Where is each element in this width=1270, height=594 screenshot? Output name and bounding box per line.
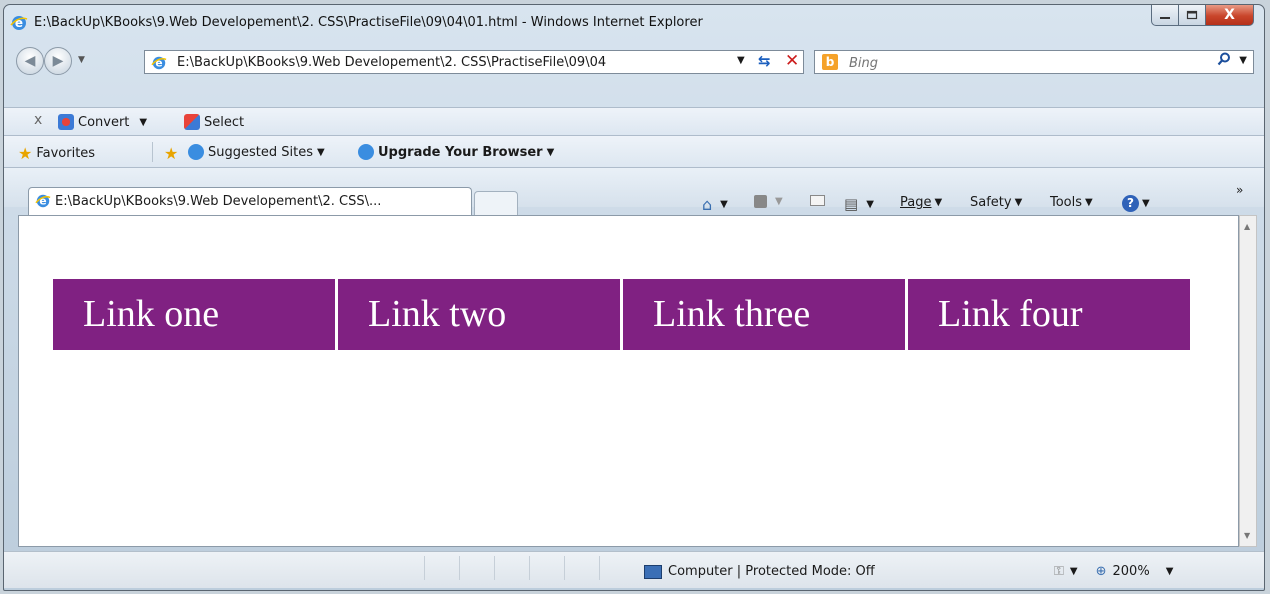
zoom-icon: ⊕ xyxy=(1095,564,1107,579)
chevron-down-icon: ▼ xyxy=(1142,198,1150,209)
divider xyxy=(152,142,153,162)
recent-pages-dropdown[interactable]: ▼ xyxy=(78,55,85,65)
menu-link-one[interactable]: Link one xyxy=(53,279,335,350)
chevron-down-icon: ▼ xyxy=(1085,197,1093,208)
stop-icon[interactable]: ✕ xyxy=(785,51,799,71)
search-box[interactable]: b ▼ xyxy=(814,50,1254,74)
status-controls: ⚿ ▼ ⊕ 200% ▼ xyxy=(1054,564,1173,579)
menu-link-four[interactable]: Link four xyxy=(908,279,1190,350)
close-toolbar-icon[interactable]: x xyxy=(34,112,42,128)
search-input[interactable] xyxy=(847,53,1191,73)
print-button[interactable]: ▤ ▼ xyxy=(844,195,874,213)
feeds-button[interactable]: ▼ xyxy=(754,195,783,208)
status-dividers xyxy=(424,556,634,580)
tab-title: E:\BackUp\KBooks\9.Web Developement\2. C… xyxy=(55,194,382,209)
address-input[interactable]: E:\BackUp\KBooks\9.Web Developement\2. C… xyxy=(177,55,737,70)
chevron-down-icon: ▼ xyxy=(546,146,555,158)
ie-icon: e xyxy=(10,14,28,36)
close-button[interactable]: X xyxy=(1206,5,1254,26)
menu-link-two[interactable]: Link two xyxy=(338,279,620,350)
zoom-level[interactable]: 200% xyxy=(1113,564,1150,579)
ie-icon: e xyxy=(151,55,167,75)
chevron-down-icon[interactable]: ▼ xyxy=(1166,566,1174,577)
chevron-down-icon: ▼ xyxy=(775,196,783,207)
scroll-down-icon[interactable]: ▼ xyxy=(1244,531,1250,540)
help-menu[interactable]: ? ▼ xyxy=(1122,195,1150,212)
address-bar[interactable]: e E:\BackUp\KBooks\9.Web Developement\2.… xyxy=(144,50,804,74)
add-favorites-button[interactable]: ★ xyxy=(164,144,178,163)
star-icon: ★ xyxy=(18,144,33,163)
browser-window: e E:\BackUp\KBooks\9.Web Developement\2.… xyxy=(3,4,1265,591)
mail-icon xyxy=(810,195,825,206)
chevron-down-icon: ▼ xyxy=(866,198,874,210)
title-bar: e E:\BackUp\KBooks\9.Web Developement\2.… xyxy=(4,5,1264,43)
refresh-icon[interactable]: ⇆ xyxy=(758,52,771,70)
new-tab-button[interactable] xyxy=(474,191,518,215)
caption-buttons: X xyxy=(1151,5,1254,27)
chevron-down-icon: ▼ xyxy=(934,197,943,208)
minimize-button[interactable] xyxy=(1151,5,1179,26)
search-icon[interactable] xyxy=(1217,52,1231,70)
page-menu[interactable]: Page ▼ xyxy=(900,195,942,210)
add-favorites-icon: ★ xyxy=(164,144,179,163)
close-icon: X xyxy=(1224,7,1235,23)
select-icon xyxy=(184,114,200,130)
tools-menu[interactable]: Tools ▼ xyxy=(1050,195,1093,210)
forward-arrow-icon: ▶ xyxy=(52,53,64,69)
upgrade-browser-button[interactable]: Upgrade Your Browser ▼ xyxy=(358,144,554,160)
computer-icon xyxy=(644,564,662,579)
read-mail-button[interactable] xyxy=(810,195,825,206)
security-zone[interactable]: Computer | Protected Mode: Off xyxy=(644,564,875,579)
chevron-down-icon: ▼ xyxy=(720,199,728,210)
toolbar-overflow-chevron[interactable]: » xyxy=(1236,183,1243,197)
page-content: Link one Link two Link three Link four xyxy=(18,215,1239,547)
vertical-scrollbar[interactable]: ▲ ▼ xyxy=(1239,215,1257,547)
back-arrow-icon: ◀ xyxy=(24,53,36,69)
navigation-bar: ◀ ▶ ▼ e E:\BackUp\KBooks\9.Web Developem… xyxy=(4,45,1264,77)
chevron-down-icon[interactable]: ▼ xyxy=(1070,566,1078,577)
suggested-sites-button[interactable]: Suggested Sites ▼ xyxy=(188,144,325,160)
convert-button[interactable]: Convert ▼ xyxy=(58,114,147,130)
select-button[interactable]: Select xyxy=(184,114,244,130)
maximize-button[interactable] xyxy=(1179,5,1206,26)
forward-button[interactable]: ▶ xyxy=(44,47,72,75)
ie-icon xyxy=(358,144,374,160)
menu-link-three[interactable]: Link three xyxy=(623,279,905,350)
tab-active[interactable]: e E:\BackUp\KBooks\9.Web Developement\2.… xyxy=(28,187,472,215)
search-options-dropdown[interactable]: ▼ xyxy=(1239,55,1247,66)
address-dropdown-icon[interactable]: ▼ xyxy=(737,55,745,66)
safety-menu[interactable]: Safety ▼ xyxy=(970,195,1022,210)
window-title: E:\BackUp\KBooks\9.Web Developement\2. C… xyxy=(34,15,703,30)
pdf-toolbar: x Convert ▼ Select xyxy=(4,107,1264,135)
ie-icon: e xyxy=(35,193,51,213)
home-button[interactable]: ⌂ ▼ xyxy=(702,195,728,214)
ie-icon xyxy=(188,144,204,160)
print-icon: ▤ xyxy=(844,195,859,213)
nav-menu: Link one Link two Link three Link four xyxy=(53,279,1190,350)
favorites-button[interactable]: ★ Favorites xyxy=(18,144,95,163)
help-icon: ? xyxy=(1122,195,1139,212)
scroll-up-icon[interactable]: ▲ xyxy=(1244,222,1250,231)
chevron-down-icon: ▼ xyxy=(139,116,148,128)
back-button[interactable]: ◀ xyxy=(16,47,44,75)
convert-icon xyxy=(58,114,74,130)
home-icon: ⌂ xyxy=(702,195,713,214)
feeds-icon xyxy=(754,195,767,208)
security-icon[interactable]: ⚿ xyxy=(1054,564,1064,579)
favorites-bar: ★ Favorites ★ Suggested Sites ▼ Upgrade … xyxy=(4,135,1264,167)
status-bar: Computer | Protected Mode: Off ⚿ ▼ ⊕ 200… xyxy=(4,551,1264,588)
chevron-down-icon: ▼ xyxy=(316,146,325,158)
bing-icon: b xyxy=(822,54,838,70)
chevron-down-icon: ▼ xyxy=(1014,197,1023,208)
